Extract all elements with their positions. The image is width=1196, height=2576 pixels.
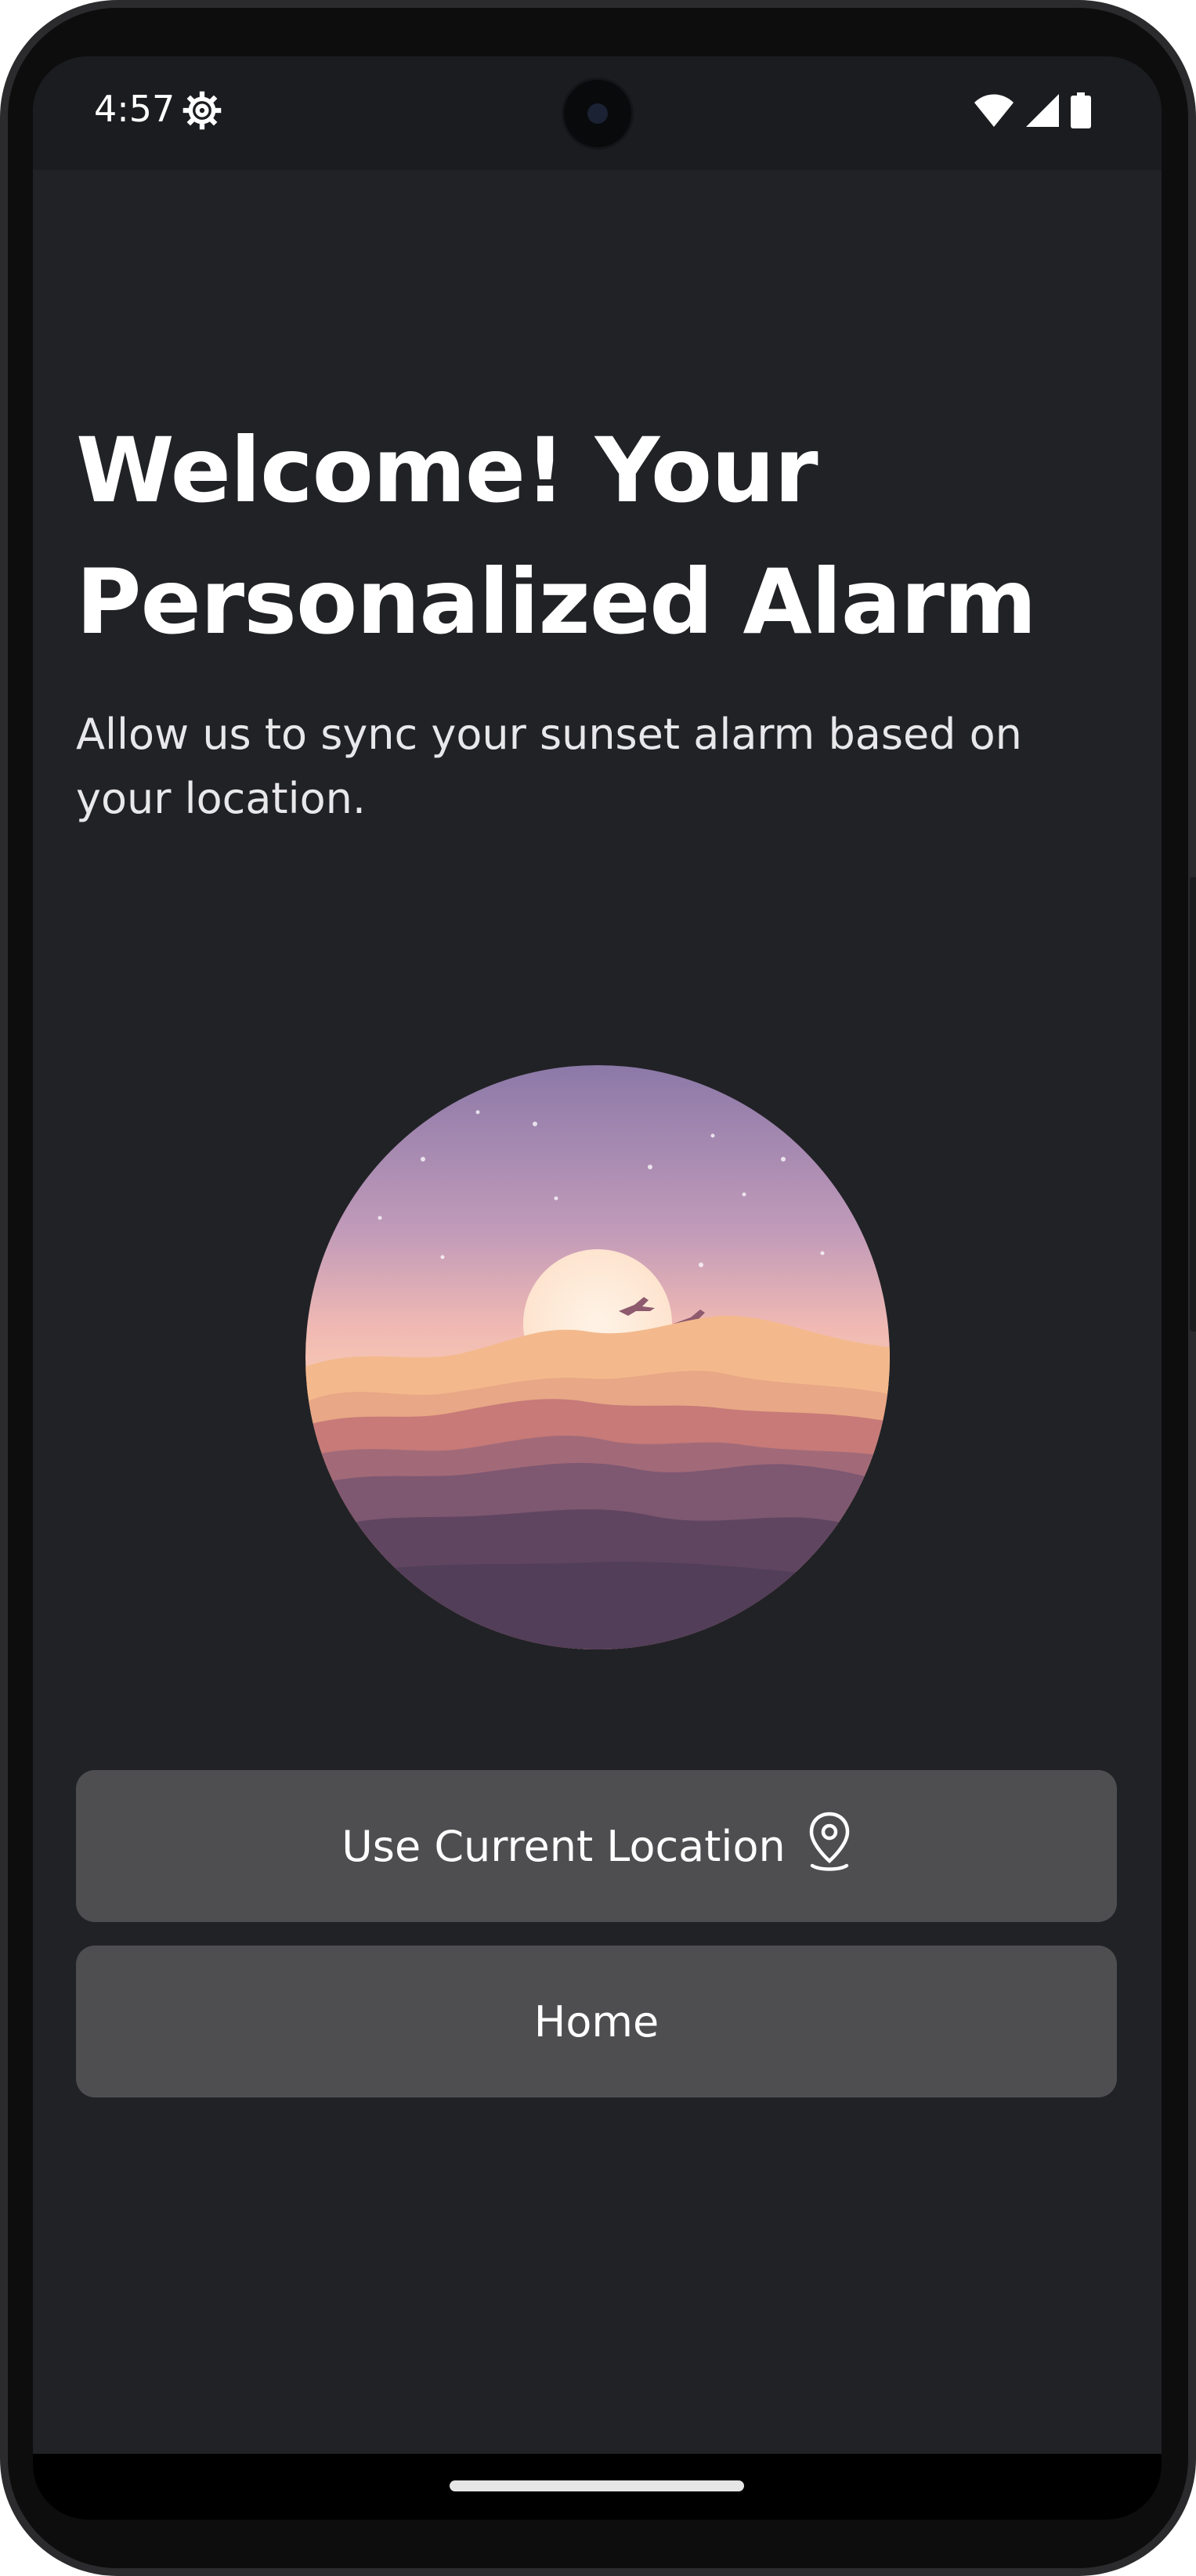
cell-signal-icon bbox=[1025, 93, 1060, 131]
status-bar: 4:57 bbox=[33, 56, 1162, 170]
page-subtitle: Allow us to sync your sunset alarm based… bbox=[76, 710, 1022, 823]
gesture-handle[interactable] bbox=[450, 2480, 744, 2491]
sunset-mountains-illustration bbox=[305, 1065, 890, 1649]
navigation-bar bbox=[33, 2454, 1162, 2520]
wifi-icon bbox=[974, 93, 1014, 131]
camera-lens bbox=[587, 103, 608, 124]
location-pin-icon bbox=[808, 1811, 851, 1882]
use-current-location-button[interactable]: Use Current Location bbox=[76, 1770, 1117, 1922]
battery-icon bbox=[1071, 92, 1091, 132]
use-current-location-label: Use Current Location bbox=[341, 1821, 786, 1871]
home-button-label: Home bbox=[533, 1996, 659, 2047]
front-camera bbox=[564, 80, 631, 147]
volume-button bbox=[1190, 1018, 1196, 1331]
screen: 4:57 Welcome! Your Personalized Alarm Al… bbox=[33, 56, 1162, 2520]
status-time: 4:57 bbox=[94, 88, 175, 130]
gear-icon bbox=[181, 89, 223, 132]
status-icons bbox=[974, 92, 1091, 132]
page-title: Welcome! Your Personalized Alarm bbox=[76, 418, 1037, 654]
device-frame: 4:57 Welcome! Your Personalized Alarm Al… bbox=[0, 0, 1196, 2576]
home-button[interactable]: Home bbox=[76, 1946, 1117, 2097]
